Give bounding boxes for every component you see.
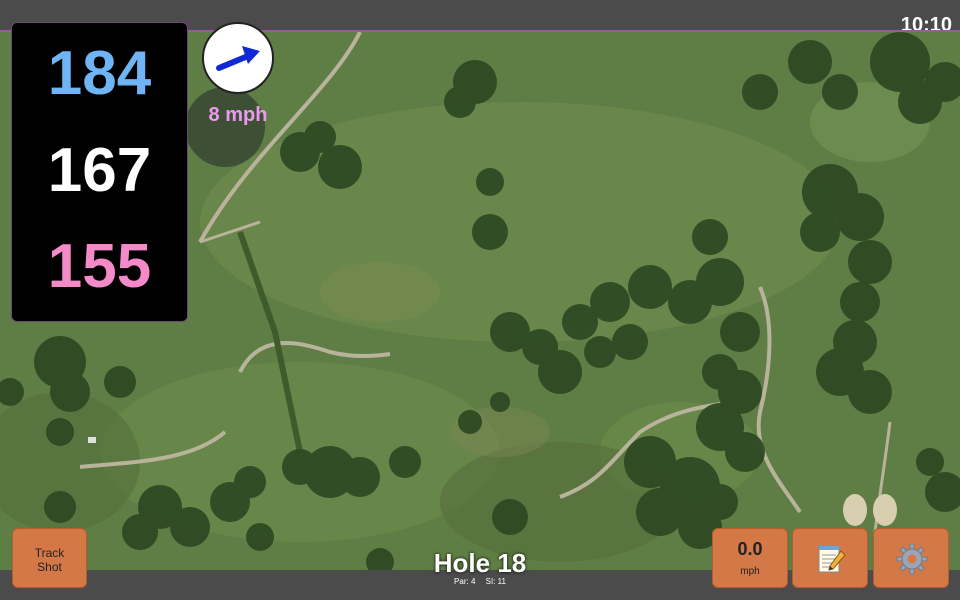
- notes-button[interactable]: [792, 528, 868, 588]
- wind-indicator: [202, 22, 274, 94]
- gear-icon: [896, 543, 928, 575]
- speed-button[interactable]: 0.0 mph: [712, 528, 788, 588]
- settings-button[interactable]: [873, 528, 949, 588]
- hole-meta: Par: 4 SI: 11: [380, 577, 580, 586]
- speed-value: 0.0: [737, 539, 763, 559]
- golf-gps-screen: 10:10 184 167 155 8 mph Track Shot Hole …: [0, 0, 960, 600]
- par-label: Par: 4: [454, 577, 476, 586]
- speed-unit: mph: [740, 566, 760, 577]
- notepad-pencil-icon: [818, 545, 846, 573]
- distance-panel: 184 167 155: [11, 22, 188, 322]
- wind-speed-label: 8 mph: [208, 104, 268, 126]
- track-shot-button[interactable]: Track Shot: [12, 528, 87, 588]
- hole-title: Hole 18: [433, 548, 527, 578]
- front-distance: 155: [47, 232, 152, 301]
- track-shot-label-line2: Shot: [37, 560, 62, 574]
- track-shot-label-line1: Track: [34, 546, 65, 560]
- stroke-index-label: SI: 11: [485, 577, 506, 586]
- back-distance: 184: [47, 39, 152, 108]
- wind-direction-arrow-icon: [216, 46, 260, 71]
- middle-distance: 167: [47, 136, 152, 205]
